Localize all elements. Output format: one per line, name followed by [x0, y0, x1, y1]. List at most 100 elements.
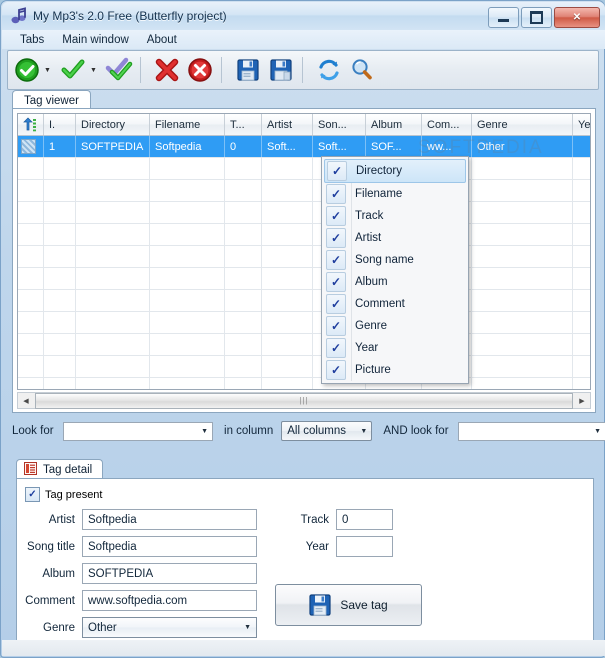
context-menu-item-genre[interactable]: ✓ Genre — [324, 315, 466, 337]
cell-empty — [76, 202, 150, 223]
save-all-icon[interactable] — [267, 56, 295, 84]
context-menu-item-comment[interactable]: ✓ Comment — [324, 293, 466, 315]
tab-tag-detail[interactable]: Tag detail — [16, 459, 104, 480]
cell-artist: Soft... — [262, 136, 313, 157]
context-menu-item-track[interactable]: ✓ Track — [324, 205, 466, 227]
context-menu-item-label: Directory — [356, 165, 403, 177]
column-directory[interactable]: Directory — [76, 114, 150, 135]
table-row-empty[interactable] — [18, 378, 590, 389]
context-menu-item-filename[interactable]: ✓ Filename — [324, 183, 466, 205]
table-row-empty[interactable] — [18, 246, 590, 268]
table-row-empty[interactable] — [18, 158, 590, 180]
chevron-down-icon: ▼ — [244, 624, 251, 631]
tab-tag-viewer[interactable]: Tag viewer — [12, 90, 91, 110]
minimize-button[interactable] — [488, 7, 519, 28]
check-icon[interactable]: ✓ — [326, 250, 346, 270]
cell-empty — [18, 158, 44, 179]
column-visibility-context-menu[interactable]: ✓ Directory ✓ Filename ✓ Track ✓ Artist ✓ Song na… — [321, 156, 469, 384]
table-row-empty[interactable] — [18, 224, 590, 246]
cell-empty — [76, 378, 150, 389]
table-row[interactable]: 1 SOFTPEDIA Softpedia 0 Soft... Soft... SOF...… — [18, 136, 590, 158]
column-song-name[interactable]: Son... — [313, 114, 366, 135]
track-input[interactable]: 0 — [336, 509, 393, 530]
check-icon[interactable]: ✓ — [326, 360, 346, 380]
scroll-right-arrow-icon[interactable]: ▶ — [574, 393, 590, 408]
save-icon[interactable] — [234, 56, 262, 84]
check-icon[interactable]: ✓ — [327, 161, 347, 181]
apply-all-dropdown-arrow[interactable]: ▼ — [42, 56, 53, 84]
cell-empty — [150, 268, 225, 289]
menu-item-about[interactable]: About — [138, 32, 186, 48]
artist-input[interactable]: Softpedia — [82, 509, 257, 530]
genre-combo[interactable]: Other ▼ — [82, 617, 257, 638]
context-menu-item-directory[interactable]: ✓ Directory — [324, 159, 466, 183]
column-album[interactable]: Album — [366, 114, 422, 135]
cell-empty — [262, 290, 313, 311]
column-artist[interactable]: Artist — [262, 114, 313, 135]
menu-item-tabs[interactable]: Tabs — [11, 32, 53, 48]
context-menu-item-year[interactable]: ✓ Year — [324, 337, 466, 359]
scrollbar-thumb[interactable]: ||| — [35, 392, 573, 409]
and-look-for-combo[interactable]: ▼ — [457, 421, 605, 441]
close-button[interactable]: ✕ — [554, 7, 600, 28]
cell-year — [573, 136, 590, 157]
check-icon[interactable]: ✓ — [326, 272, 346, 292]
album-input[interactable]: SOFTPEDIA — [82, 563, 257, 584]
sort-indicator-column[interactable] — [18, 114, 44, 135]
column-comment[interactable]: Com... — [422, 114, 472, 135]
table-body: 1 SOFTPEDIA Softpedia 0 Soft... Soft... SOF...… — [18, 136, 590, 389]
delete-icon[interactable] — [153, 56, 181, 84]
column-track[interactable]: T... — [225, 114, 262, 135]
table-horizontal-scrollbar[interactable]: ◀ ||| ▶ — [17, 392, 591, 409]
table-row-empty[interactable] — [18, 334, 590, 356]
column-index[interactable]: I. — [44, 114, 76, 135]
year-input[interactable] — [336, 536, 393, 557]
check-icon[interactable]: ✓ — [326, 294, 346, 314]
context-menu-item-song-name[interactable]: ✓ Song name — [324, 249, 466, 271]
check-icon[interactable]: ✓ — [326, 338, 346, 358]
check-icon[interactable]: ✓ — [326, 228, 346, 248]
column-filename[interactable]: Filename — [150, 114, 225, 135]
menu-item-main-window[interactable]: Main window — [53, 32, 137, 48]
cell-empty — [150, 246, 225, 267]
context-menu-item-label: Filename — [355, 188, 403, 200]
tag-present-row[interactable]: ✓ Tag present — [25, 487, 102, 502]
check-icon[interactable]: ✓ — [326, 206, 346, 226]
maximize-button[interactable] — [521, 7, 552, 28]
tag-present-checkbox[interactable]: ✓ — [25, 487, 40, 502]
context-menu-item-picture[interactable]: ✓ Picture — [324, 359, 466, 381]
table-row-empty[interactable] — [18, 312, 590, 334]
cell-empty — [44, 334, 76, 355]
column-genre[interactable]: Genre — [472, 114, 573, 135]
apply-all-icon[interactable] — [13, 56, 41, 84]
cell-empty — [18, 290, 44, 311]
delete-all-icon[interactable] — [186, 56, 214, 84]
scroll-left-arrow-icon[interactable]: ◀ — [18, 393, 34, 408]
check-icon[interactable]: ✓ — [326, 316, 346, 336]
refresh-icon[interactable] — [315, 56, 343, 84]
column-year[interactable]: Year — [573, 114, 590, 135]
song-title-input[interactable]: Softpedia — [82, 536, 257, 557]
toolbar-separator-3 — [302, 57, 303, 83]
cell-empty — [225, 224, 262, 245]
apply-selected-icon[interactable] — [105, 56, 133, 84]
table-row-empty[interactable] — [18, 202, 590, 224]
table-row-empty[interactable] — [18, 290, 590, 312]
table-row-empty[interactable] — [18, 356, 590, 378]
context-menu-item-artist[interactable]: ✓ Artist — [324, 227, 466, 249]
tag-table[interactable]: I. Directory Filename T... Artist Son... Album… — [17, 113, 591, 390]
column-index-label: I. — [49, 118, 56, 131]
in-column-combo[interactable]: All columns ▼ — [281, 421, 373, 441]
search-icon[interactable] — [348, 56, 376, 84]
save-tag-button[interactable]: Save tag — [275, 584, 422, 626]
cell-directory: SOFTPEDIA — [76, 136, 150, 157]
apply-dropdown-arrow[interactable]: ▼ — [88, 56, 99, 84]
look-for-combo[interactable]: ▼ — [62, 421, 214, 441]
comment-input[interactable]: www.softpedia.com — [82, 590, 257, 611]
cell-album: SOF... — [366, 136, 422, 157]
apply-icon[interactable] — [59, 56, 87, 84]
check-icon[interactable]: ✓ — [326, 184, 346, 204]
context-menu-item-album[interactable]: ✓ Album — [324, 271, 466, 293]
table-row-empty[interactable] — [18, 268, 590, 290]
table-row-empty[interactable] — [18, 180, 590, 202]
